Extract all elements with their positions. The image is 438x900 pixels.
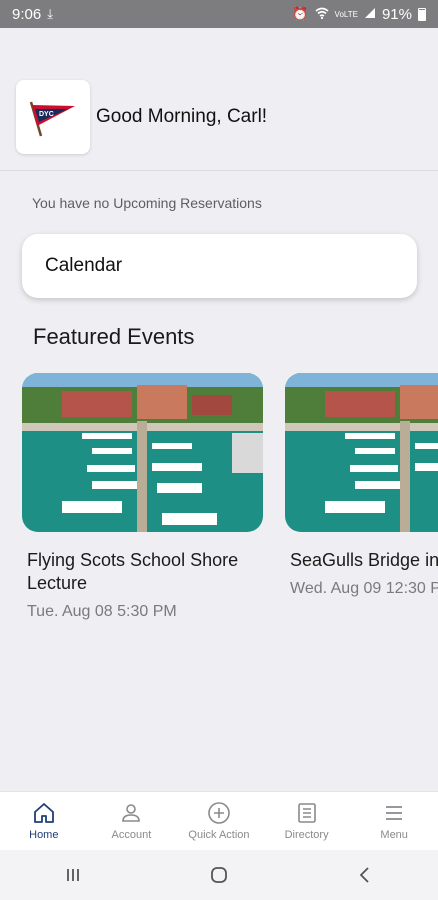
network-label: VoLTE <box>334 9 358 19</box>
directory-icon <box>297 803 316 823</box>
greeting-header: DYC Good Morning, Carl! <box>16 80 267 154</box>
event-card[interactable]: Flying Scots School Shore Lecture Tue. A… <box>22 373 263 621</box>
burgee-icon: DYC <box>29 101 75 137</box>
reservations-message: You have no Upcoming Reservations <box>32 195 262 211</box>
wifi-icon <box>315 7 329 22</box>
club-logo: DYC <box>16 80 90 154</box>
event-title: Flying Scots School Shore Lecture <box>27 550 239 593</box>
back-icon[interactable] <box>353 863 377 887</box>
status-time: 9:06 <box>12 5 42 23</box>
event-card[interactable]: SeaGulls Bridge in Vista Wed. Aug 09 12:… <box>285 373 438 598</box>
nav-home[interactable]: Home <box>0 792 88 850</box>
recents-icon[interactable] <box>61 863 85 887</box>
nav-quick-action[interactable]: Quick Action <box>175 792 263 850</box>
event-image <box>22 373 263 532</box>
featured-events-title: Featured Events <box>33 324 195 349</box>
event-date: Wed. Aug 09 12:30 PM <box>290 580 438 597</box>
nav-label: Home <box>29 829 59 841</box>
home-button-icon[interactable] <box>207 863 231 887</box>
bottom-nav: Home Account Quick Action Directory Menu <box>0 791 438 850</box>
event-image <box>285 373 438 532</box>
events-carousel[interactable]: Flying Scots School Shore Lecture Tue. A… <box>22 373 438 633</box>
plus-circle-icon <box>208 802 230 824</box>
signal-icon <box>364 7 376 22</box>
nav-label: Menu <box>380 829 408 841</box>
event-date: Tue. Aug 08 5:30 PM <box>27 603 177 620</box>
greeting-text: Good Morning, Carl! <box>96 106 268 127</box>
nav-label: Directory <box>284 829 329 841</box>
battery-icon <box>418 7 426 21</box>
hamburger-icon <box>386 806 403 820</box>
nav-menu[interactable]: Menu <box>350 792 438 850</box>
divider <box>0 170 438 171</box>
nav-label: Account <box>111 829 152 841</box>
nav-directory[interactable]: Directory <box>263 792 351 850</box>
event-title: SeaGulls Bridge in Vista <box>290 550 438 570</box>
svg-text:DYC: DYC <box>39 111 54 118</box>
alarm-icon: ⏰ <box>292 6 309 21</box>
system-nav-bar <box>0 850 438 900</box>
battery-percent: 91% <box>381 5 412 23</box>
download-icon: ⤓ <box>47 6 53 21</box>
nav-account[interactable]: Account <box>88 792 176 850</box>
account-icon <box>122 804 141 822</box>
status-bar: 9:06 ⤓ ⏰ VoLTE 91% <box>0 0 438 28</box>
home-icon <box>33 803 54 823</box>
nav-label: Quick Action <box>188 829 250 841</box>
calendar-button[interactable]: Calendar <box>22 234 417 298</box>
